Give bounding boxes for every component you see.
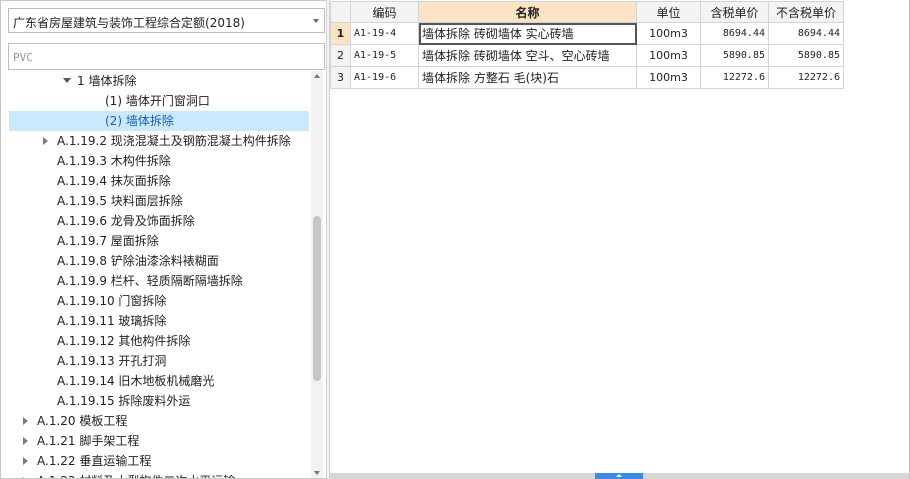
tree-item-label: A.1.19.8 铲除油漆涂料裱糊面: [57, 254, 219, 268]
expand-arrow-icon[interactable]: [23, 456, 33, 466]
tree-item[interactable]: A.1.19.12 其他构件拆除: [9, 331, 309, 351]
cell-price-tax[interactable]: 8694.44: [700, 22, 769, 45]
tree-item[interactable]: A.1.19.9 栏杆、轻质隔断隔墙拆除: [9, 271, 309, 291]
cell-price-notax[interactable]: 8694.44: [768, 22, 844, 45]
table-row[interactable]: 1 A1-19-4 墙体拆除 砖砌墙体 实心砖墙 100m3 8694.44 8…: [330, 22, 844, 45]
tree-item-label: (2) 墙体拆除: [105, 114, 174, 128]
cell-price-notax[interactable]: 5890.85: [768, 44, 844, 67]
table-header-row: 编码 名称 单位 含税单价 不含税单价: [330, 1, 844, 23]
chevron-down-icon[interactable]: [313, 19, 319, 23]
left-panel: 广东省房屋建筑与装饰工程综合定额(2018) PVC 1 墙体拆除 (1) 墙体开…: [1, 1, 326, 478]
tree-item-label: A.1.19.5 块料面层拆除: [57, 194, 183, 208]
tree-item-label: A.1.19.2 现浇混凝土及钢筋混凝土构件拆除: [57, 134, 291, 148]
cell-name[interactable]: 墙体拆除 砖砌墙体 实心砖墙: [418, 22, 637, 45]
quota-table: 编码 名称 单位 含税单价 不含税单价 1 A1-19-4 墙体拆除 砖砌墙体 …: [330, 1, 844, 89]
tree-item-label: A.1.19.12 其他构件拆除: [57, 334, 191, 348]
tree-item-label: A.1.19.9 栏杆、轻质隔断隔墙拆除: [57, 274, 243, 288]
table-row[interactable]: 2 A1-19-5 墙体拆除 砖砌墙体 空斗、空心砖墙 100m3 5890.8…: [330, 44, 844, 67]
row-index[interactable]: 2: [330, 44, 351, 67]
tree-item[interactable]: (1) 墙体开门窗洞口: [9, 91, 309, 111]
tree-item[interactable]: 1 墙体拆除: [9, 71, 309, 91]
tree-item-label: A.1.21 脚手架工程: [37, 434, 140, 448]
tree-item[interactable]: A.1.19.4 抹灰面拆除: [9, 171, 309, 191]
tree-item-label: A.1.19.11 玻璃拆除: [57, 314, 167, 328]
tree-item-label: A.1.19.7 屋面拆除: [57, 234, 159, 248]
tree-item[interactable]: A.1.19.10 门窗拆除: [9, 291, 309, 311]
tree-item-label: 1 墙体拆除: [77, 74, 137, 88]
tree-item[interactable]: A.1.19.11 玻璃拆除: [9, 311, 309, 331]
scroll-down-icon[interactable]: [314, 471, 320, 475]
cell-code[interactable]: A1-19-5: [350, 44, 419, 67]
tree-item-label: A.1.19.13 开孔打洞: [57, 354, 167, 368]
column-header-unit[interactable]: 单位: [636, 1, 701, 23]
table-row[interactable]: 3 A1-19-6 墙体拆除 方整石 毛(块)石 100m3 12272.6 1…: [330, 66, 844, 89]
column-header-index[interactable]: [330, 1, 351, 23]
tree-item[interactable]: (2) 墙体拆除: [9, 111, 309, 131]
bottom-collapse-bar[interactable]: [330, 473, 909, 479]
tree-item[interactable]: A.1.19.2 现浇混凝土及钢筋混凝土构件拆除: [9, 131, 309, 151]
cell-price-notax[interactable]: 12272.6: [768, 66, 844, 89]
tree-item-label: A.1.19.14 旧木地板机械磨光: [57, 374, 215, 388]
tree-item-label: A.1.23 材料及小型构件二次水平运输: [37, 471, 235, 478]
tree-item-label: A.1.19.6 龙骨及饰面拆除: [57, 214, 195, 228]
expand-arrow-icon[interactable]: [23, 476, 33, 478]
filter-input[interactable]: PVC: [8, 43, 325, 70]
tree-item[interactable]: A.1.19.8 铲除油漆涂料裱糊面: [9, 251, 309, 271]
tree-item[interactable]: A.1.19.15 拆除废料外运: [9, 391, 309, 411]
tree-item[interactable]: A.1.19.3 木构件拆除: [9, 151, 309, 171]
tree-item[interactable]: A.1.19.7 屋面拆除: [9, 231, 309, 251]
tree-item-label: A.1.22 垂直运输工程: [37, 454, 152, 468]
tree-item-label: A.1.19.15 拆除废料外运: [57, 394, 191, 408]
cell-unit[interactable]: 100m3: [636, 22, 701, 45]
collapse-arrow-icon[interactable]: [63, 76, 73, 86]
filter-placeholder: PVC: [13, 51, 33, 64]
tree-item-label: A.1.19.4 抹灰面拆除: [57, 174, 171, 188]
tree-item[interactable]: A.1.21 脚手架工程: [9, 431, 309, 451]
tree-item-label: (1) 墙体开门窗洞口: [105, 94, 210, 108]
cell-name[interactable]: 墙体拆除 方整石 毛(块)石: [418, 66, 637, 89]
cell-price-tax[interactable]: 5890.85: [700, 44, 769, 67]
tree-item-label: A.1.20 模板工程: [37, 414, 128, 428]
tree-item[interactable]: A.1.19.13 开孔打洞: [9, 351, 309, 371]
row-index[interactable]: 1: [330, 22, 351, 45]
cell-name[interactable]: 墙体拆除 砖砌墙体 空斗、空心砖墙: [418, 44, 637, 67]
quota-selector-value: 广东省房屋建筑与装饰工程综合定额(2018): [13, 16, 245, 30]
expand-arrow-icon[interactable]: [23, 416, 33, 426]
tree-item-label: A.1.19.10 门窗拆除: [57, 294, 167, 308]
column-header-name[interactable]: 名称: [418, 1, 637, 23]
expand-up-icon[interactable]: [595, 473, 643, 479]
column-header-price-notax[interactable]: 不含税单价: [768, 1, 844, 23]
row-index[interactable]: 3: [330, 66, 351, 89]
scroll-up-icon[interactable]: [314, 74, 320, 78]
tree-item-label: A.1.19.3 木构件拆除: [57, 154, 171, 168]
cell-unit[interactable]: 100m3: [636, 44, 701, 67]
tree-item[interactable]: A.1.23 材料及小型构件二次水平运输: [9, 471, 309, 478]
tree-item[interactable]: A.1.19.14 旧木地板机械磨光: [9, 371, 309, 391]
chapter-tree: 1 墙体拆除 (1) 墙体开门窗洞口 (2) 墙体拆除 A.1.19.2 现浇混凝土及…: [1, 71, 311, 478]
cell-code[interactable]: A1-19-6: [350, 66, 419, 89]
column-header-code[interactable]: 编码: [350, 1, 419, 23]
quota-selector-dropdown[interactable]: 广东省房屋建筑与装饰工程综合定额(2018): [8, 8, 325, 33]
cell-code[interactable]: A1-19-4: [350, 22, 419, 45]
tree-scrollbar[interactable]: [311, 71, 323, 478]
tree-item[interactable]: A.1.19.6 龙骨及饰面拆除: [9, 211, 309, 231]
expand-arrow-icon[interactable]: [43, 136, 53, 146]
right-panel: 编码 名称 单位 含税单价 不含税单价 1 A1-19-4 墙体拆除 砖砌墙体 …: [330, 0, 909, 479]
cell-price-tax[interactable]: 12272.6: [700, 66, 769, 89]
expand-arrow-icon[interactable]: [23, 436, 33, 446]
tree-item[interactable]: A.1.19.5 块料面层拆除: [9, 191, 309, 211]
column-header-price-tax[interactable]: 含税单价: [700, 1, 769, 23]
scroll-thumb[interactable]: [313, 216, 321, 381]
tree-item[interactable]: A.1.22 垂直运输工程: [9, 451, 309, 471]
cell-unit[interactable]: 100m3: [636, 66, 701, 89]
tree-item[interactable]: A.1.20 模板工程: [9, 411, 309, 431]
